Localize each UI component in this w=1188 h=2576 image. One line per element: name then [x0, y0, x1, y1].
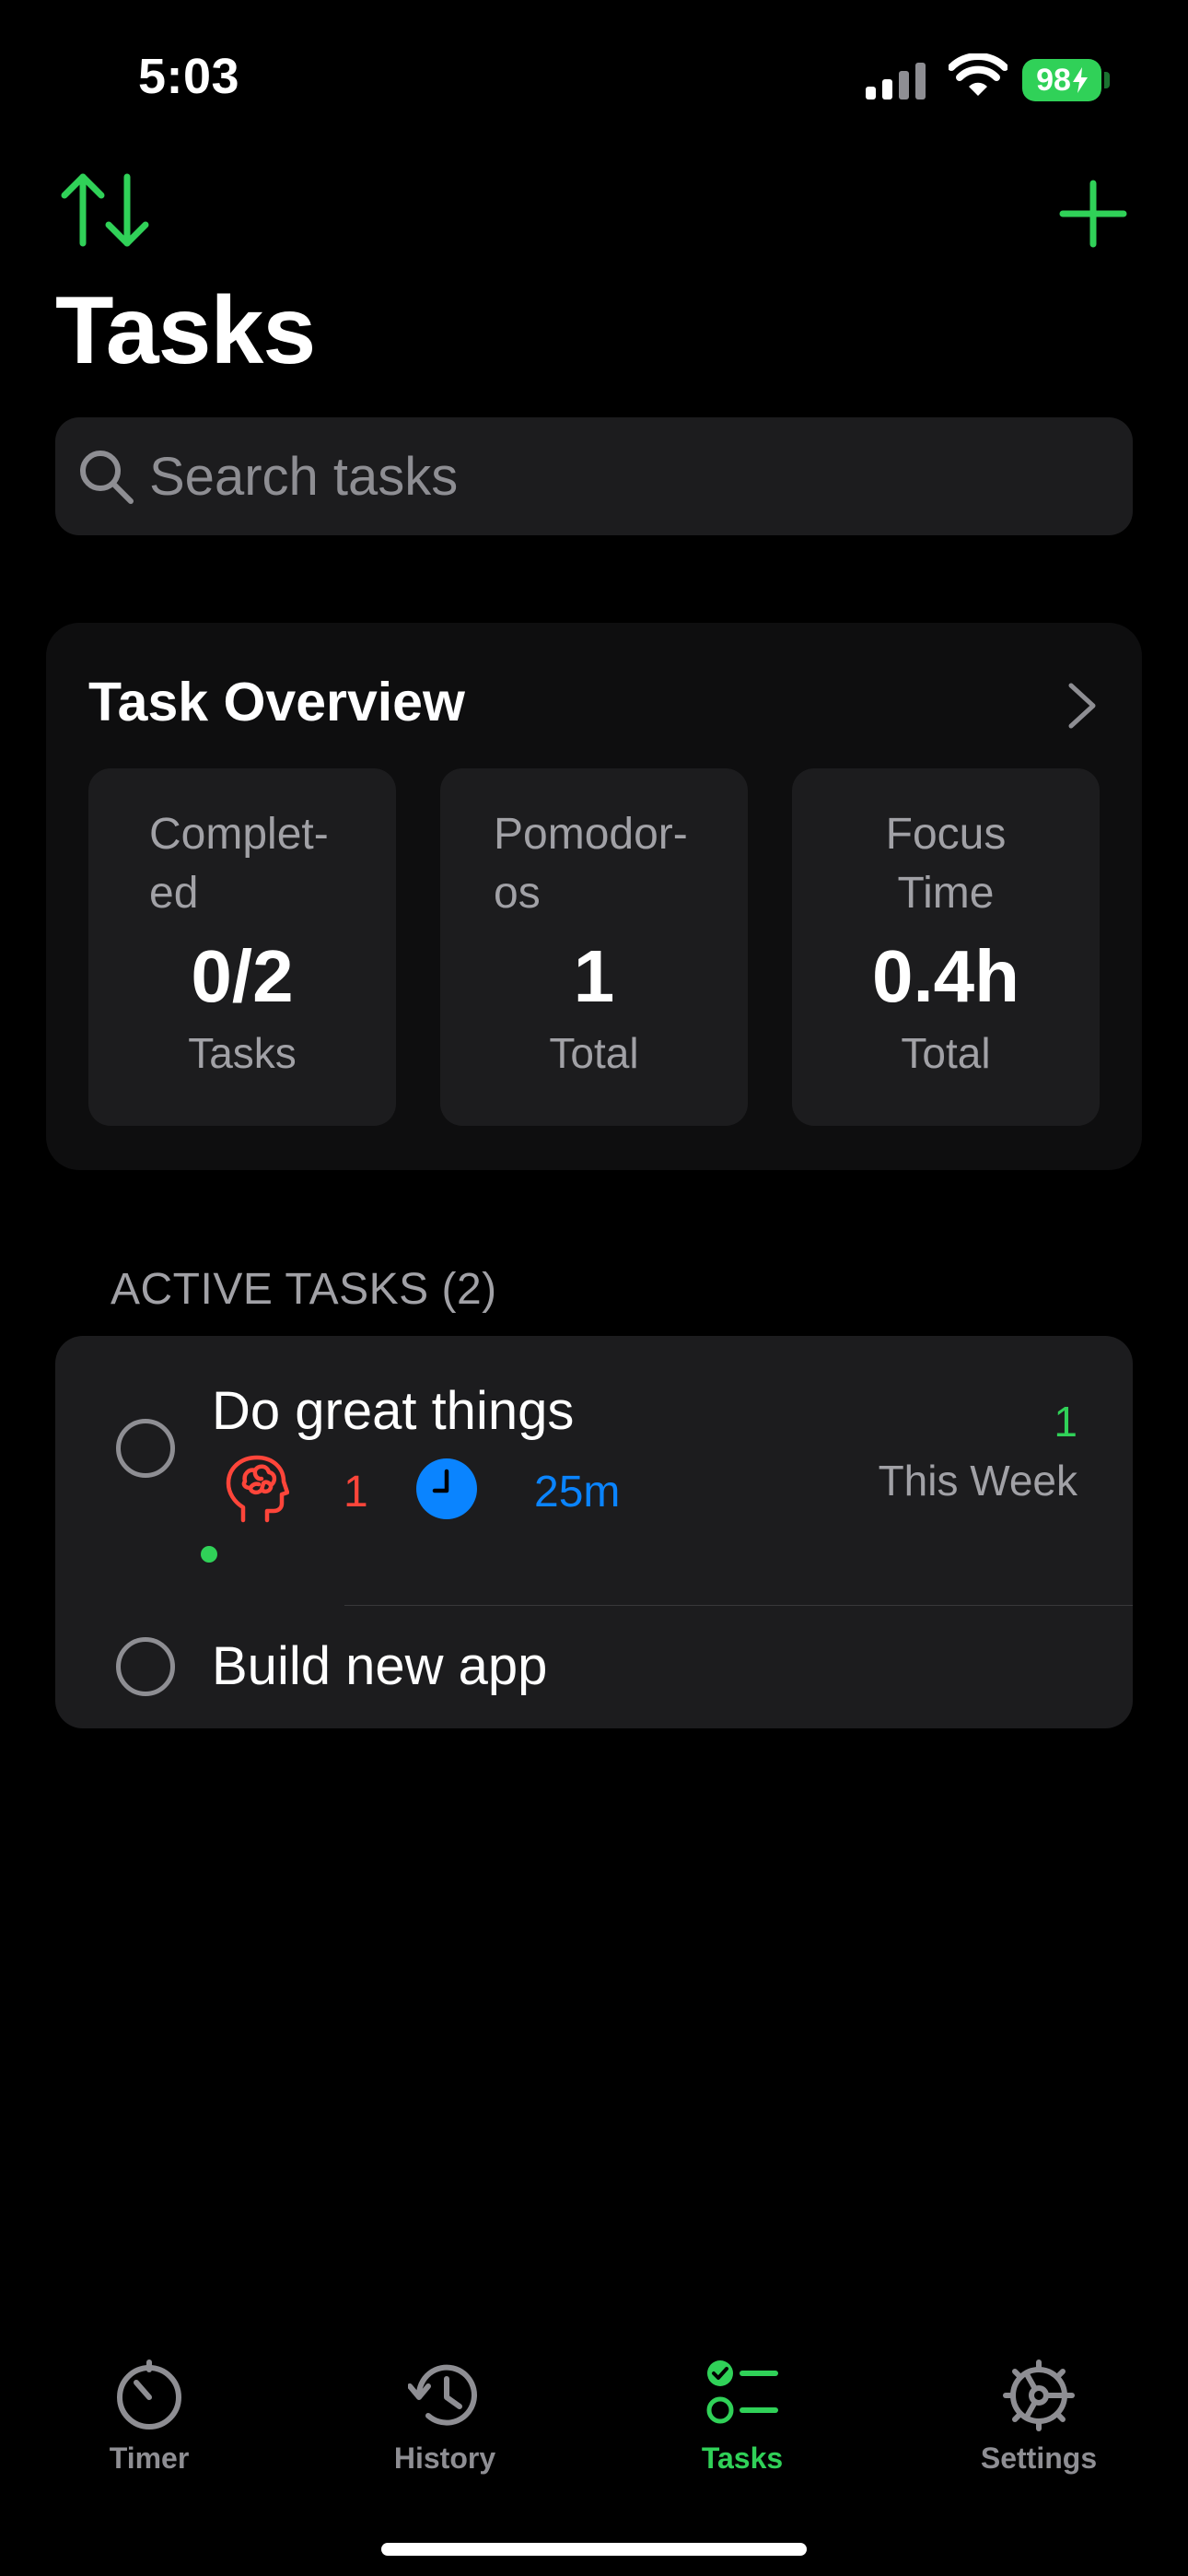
page-title: Tasks — [55, 277, 316, 384]
home-indicator[interactable] — [381, 2543, 807, 2556]
active-tasks-header: ACTIVE TASKS (2) — [111, 1265, 497, 1314]
tab-label: Settings — [980, 2441, 1098, 2475]
task-title: Do great things — [212, 1381, 575, 1441]
stat-value: 1 — [573, 935, 615, 1017]
tab-history[interactable]: History — [353, 2359, 537, 2476]
clock-icon — [416, 1458, 477, 1519]
overview-title: Task Overview — [88, 672, 465, 732]
stat-value: 0.4h — [871, 935, 1020, 1017]
brain-icon — [226, 1455, 289, 1523]
tab-settings[interactable]: Settings — [947, 2359, 1131, 2476]
task-duration: 25m — [534, 1468, 621, 1516]
stat-sub: Total — [549, 1029, 639, 1077]
task-overview-card[interactable]: Task Overview Complet- ed 0/2 Tasks Pomo… — [46, 623, 1142, 1170]
timer-icon — [117, 2359, 181, 2430]
tab-timer[interactable]: Timer — [57, 2359, 241, 2476]
task-checkbox[interactable] — [116, 1419, 175, 1478]
task-row[interactable]: Build new app — [55, 1606, 1133, 1728]
active-indicator-dot — [201, 1546, 217, 1563]
task-title: Build new app — [212, 1636, 548, 1696]
wifi-icon — [949, 53, 1007, 96]
pomodoro-count: 1 — [344, 1468, 368, 1516]
week-count: 1 — [1054, 1398, 1077, 1446]
sort-arrows-icon[interactable] — [59, 171, 151, 249]
stat-label: Pomodor- os — [494, 810, 688, 918]
search-icon — [80, 451, 134, 504]
tasks-icon — [706, 2360, 778, 2424]
task-list: Do great things 1 25m 1 This Week Build … — [55, 1336, 1133, 1728]
battery-level: 98 — [1036, 62, 1071, 98]
tab-tasks[interactable]: Tasks — [650, 2359, 834, 2476]
stat-pomodoros: Pomodor- os 1 Total — [440, 768, 748, 1126]
cellular-signal-icon — [866, 59, 926, 100]
battery-nub — [1104, 72, 1110, 88]
task-row[interactable]: Do great things 1 25m 1 This Week — [55, 1336, 1133, 1605]
history-icon — [408, 2364, 477, 2426]
settings-icon — [1003, 2359, 1075, 2431]
search-input[interactable] — [147, 444, 1133, 509]
status-time: 5:03 — [138, 49, 240, 104]
charging-bolt-icon — [1072, 67, 1088, 93]
battery-indicator: 98 — [1022, 59, 1101, 101]
task-checkbox[interactable] — [116, 1637, 175, 1696]
tab-label: Tasks — [701, 2441, 784, 2475]
stat-sub: Tasks — [188, 1029, 297, 1077]
week-label: This Week — [878, 1457, 1077, 1505]
stat-sub: Total — [901, 1029, 991, 1077]
stat-value: 0/2 — [191, 935, 294, 1017]
stat-focus-time: Focus Time 0.4h Total — [792, 768, 1100, 1126]
tab-label: Timer — [109, 2441, 190, 2475]
plus-icon[interactable] — [1059, 180, 1127, 248]
chevron-right-icon[interactable] — [1064, 678, 1101, 733]
tab-label: History — [393, 2441, 496, 2475]
search-bar[interactable] — [55, 417, 1133, 535]
stat-label: Complet- ed — [149, 810, 329, 918]
stat-completed: Complet- ed 0/2 Tasks — [88, 768, 396, 1126]
stat-label: Focus Time — [885, 810, 1007, 918]
